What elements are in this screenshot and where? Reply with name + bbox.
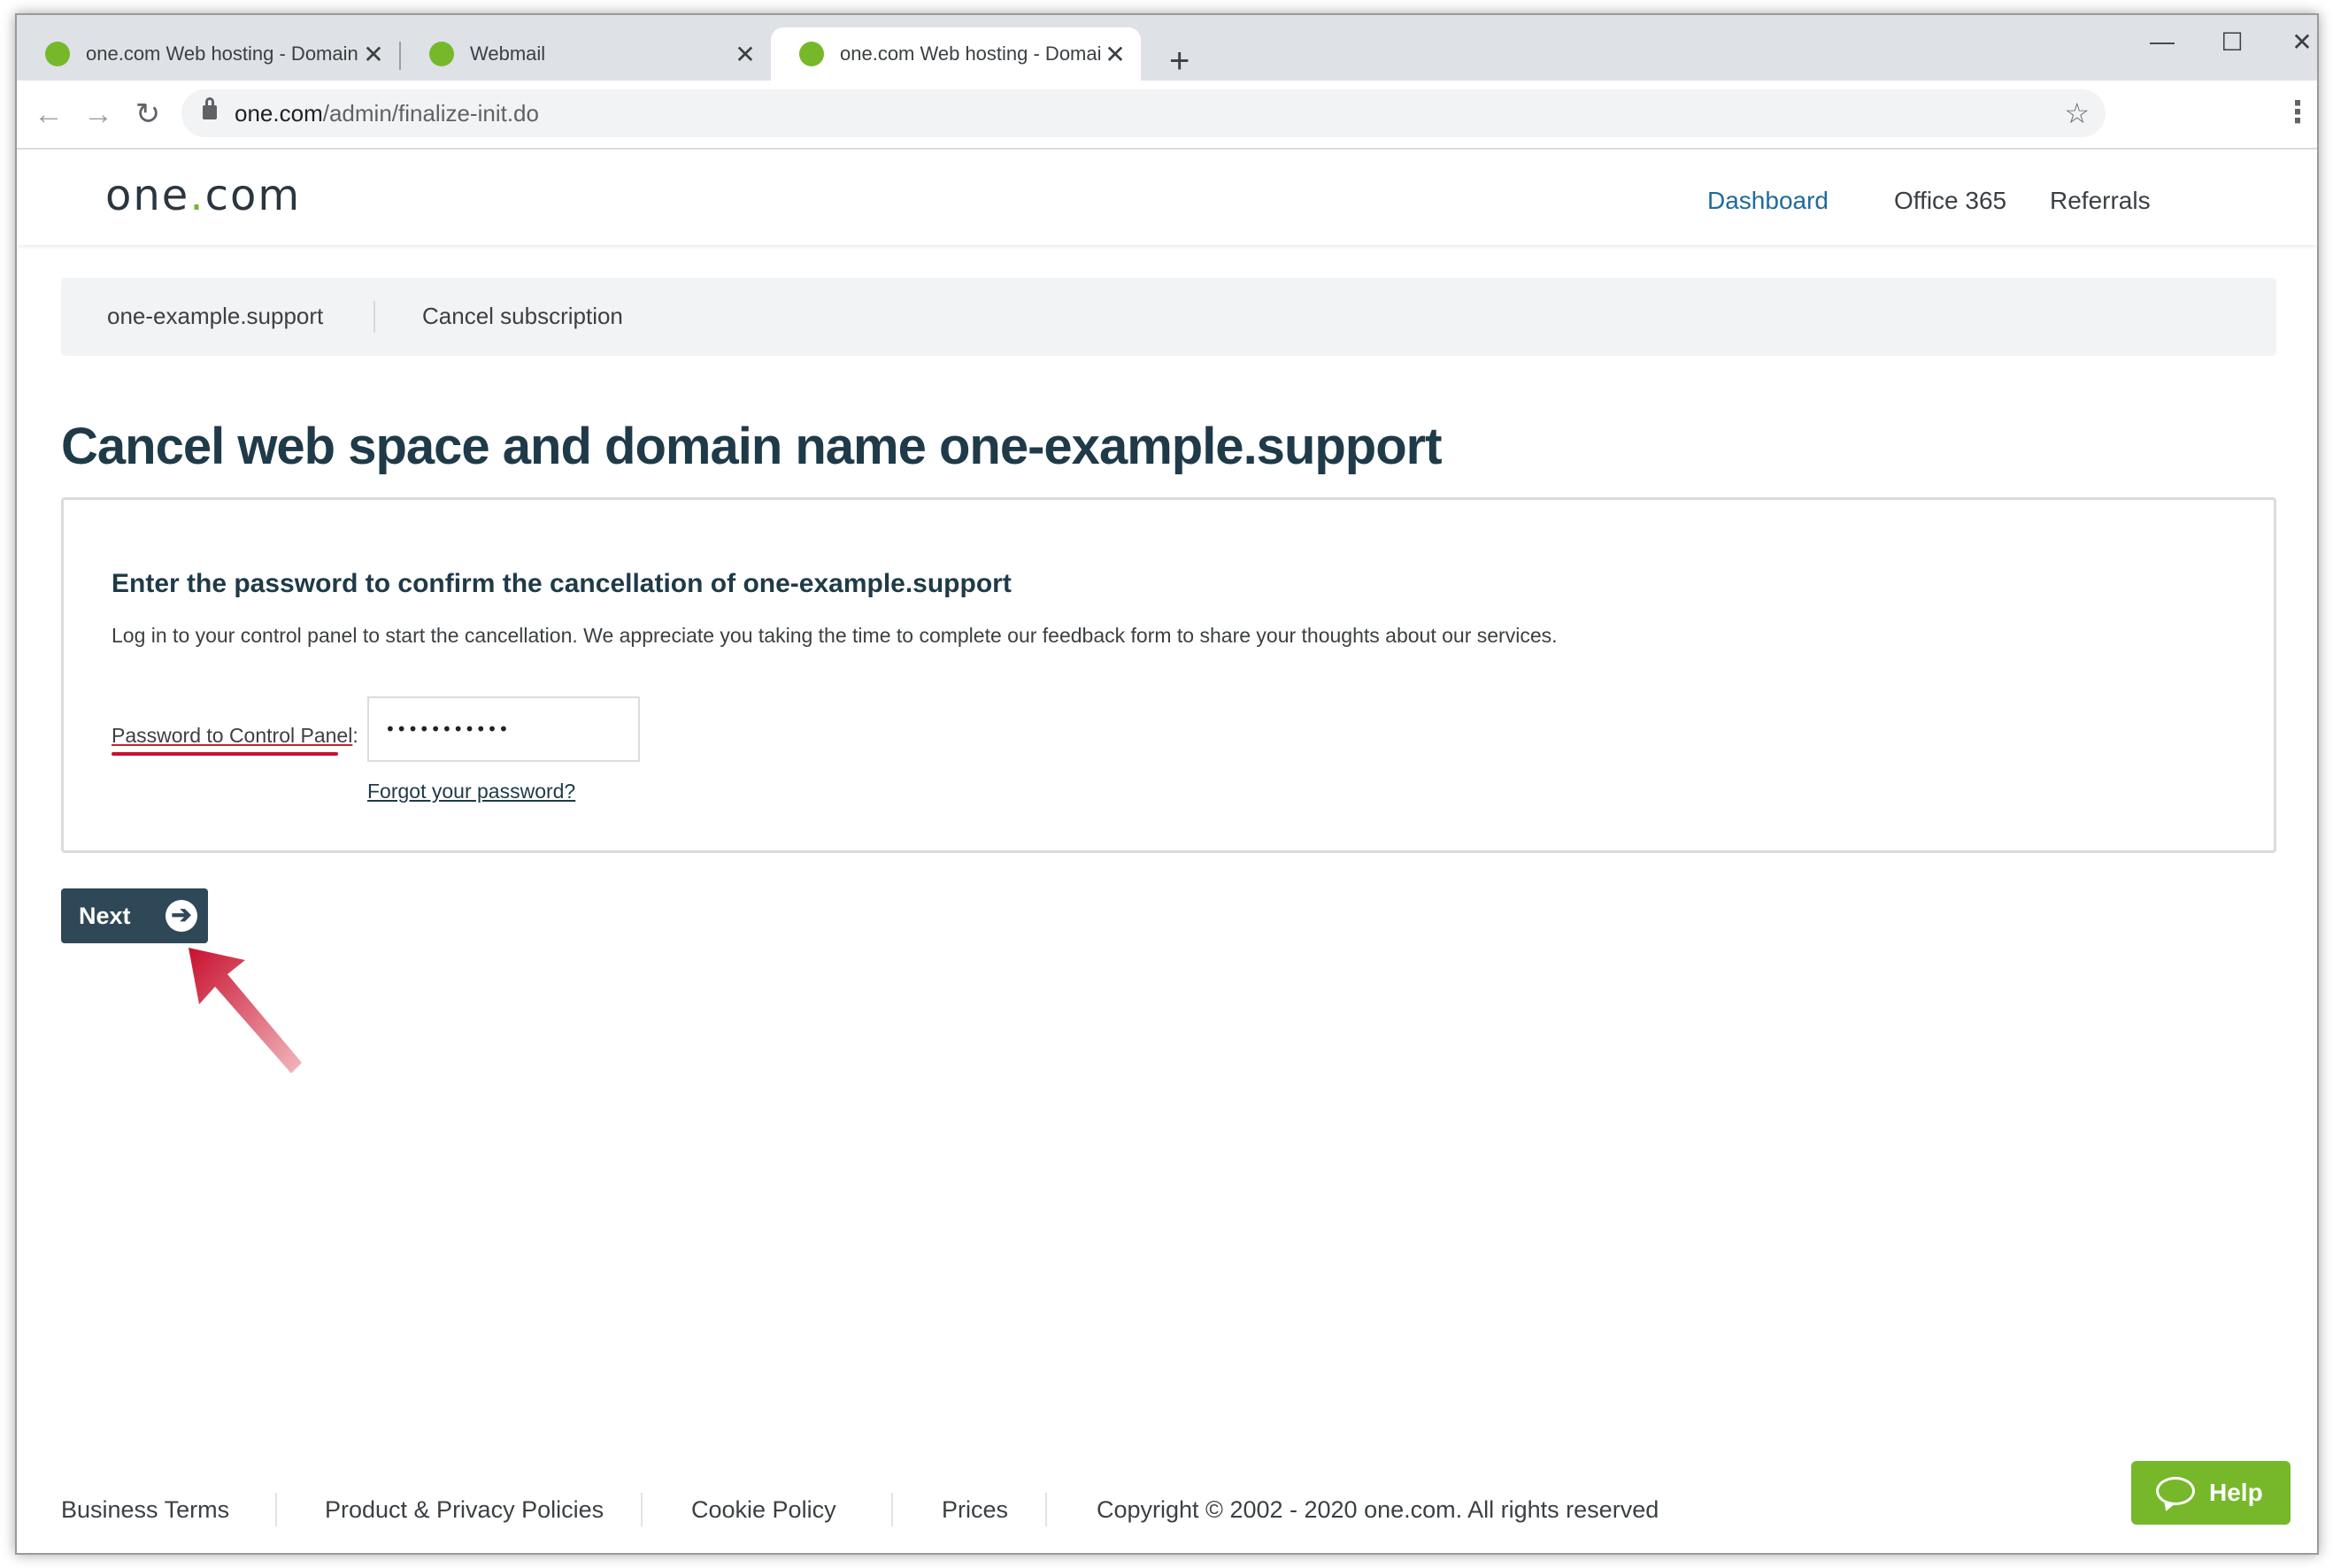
url-text: one.com/admin/finalize-init.do [235, 100, 539, 127]
breadcrumb-current: Cancel subscription [422, 303, 623, 329]
arrow-right-icon: ➔ [166, 900, 197, 932]
chat-bubble-icon [2156, 1477, 2195, 1505]
breadcrumb-domain-link[interactable]: one-example.support [107, 303, 323, 330]
footer-privacy-link[interactable]: Product & Privacy Policies [325, 1496, 604, 1524]
footer-separator [641, 1493, 643, 1526]
close-icon[interactable]: ✕ [360, 40, 387, 69]
confirm-cancellation-card: Enter the password to confirm the cancel… [61, 497, 2276, 853]
password-label-colon: : [352, 724, 358, 747]
tab-title: one.com Web hosting - Domain [840, 42, 1102, 65]
tab-onecom-1[interactable]: one.com Web hosting - Domain ✕ [17, 27, 399, 81]
help-button[interactable]: Help [2131, 1461, 2291, 1525]
breadcrumb-separator [373, 301, 375, 333]
footer: Business Terms Product & Privacy Policie… [61, 1491, 2008, 1535]
onecom-logo[interactable]: one.com [105, 171, 301, 220]
footer-copyright: Copyright © 2002 - 2020 one.com. All rig… [1097, 1496, 1659, 1523]
close-icon[interactable]: ✕ [1102, 40, 1128, 69]
card-description: Log in to your control panel to start th… [112, 624, 1558, 647]
nav-referrals-link[interactable]: Referrals [2050, 187, 2151, 215]
logo-dot: . [189, 171, 205, 220]
url-host: one.com [235, 100, 323, 127]
back-icon[interactable]: ← [31, 96, 66, 132]
tab-title: Webmail [470, 42, 546, 65]
reload-icon[interactable]: ↻ [130, 96, 166, 132]
new-tab-button[interactable]: + [1169, 43, 1190, 79]
minimize-icon[interactable]: — [2144, 27, 2180, 56]
footer-separator [1045, 1493, 1047, 1526]
browser-menu-icon[interactable]: ⋮ [2283, 95, 2313, 130]
forgot-password-link[interactable]: Forgot your password? [367, 780, 575, 803]
maximize-icon[interactable]: ☐ [2214, 27, 2250, 57]
card-heading: Enter the password to confirm the cancel… [112, 569, 1012, 598]
password-input[interactable] [367, 696, 640, 762]
page-title: Cancel web space and domain name one-exa… [61, 418, 1443, 475]
next-button-label: Next [79, 902, 131, 929]
forward-icon[interactable]: → [81, 96, 116, 132]
onecom-favicon-icon [799, 42, 824, 66]
nav-office365-link[interactable]: Office 365 [1894, 187, 2006, 215]
password-label: Password to Control Panel: [112, 724, 358, 748]
onecom-favicon-icon [429, 42, 454, 66]
breadcrumb: one-example.support Cancel subscription [61, 278, 2276, 356]
tab-strip: one.com Web hosting - Domain ✕ Webmail ✕… [17, 15, 2317, 81]
footer-cookie-link[interactable]: Cookie Policy [691, 1496, 836, 1524]
url-path: /admin/finalize-init.do [322, 100, 539, 127]
footer-business-terms-link[interactable]: Business Terms [61, 1496, 229, 1524]
footer-separator [275, 1493, 277, 1526]
lock-icon [203, 97, 217, 119]
browser-window: one.com Web hosting - Domain ✕ Webmail ✕… [15, 13, 2319, 1555]
logo-text-com: com [204, 171, 302, 220]
help-button-label: Help [2209, 1479, 2263, 1506]
annotation-underline [112, 752, 338, 756]
footer-separator [891, 1493, 893, 1526]
password-label-text: Password to Control Panel [112, 724, 353, 747]
onecom-favicon-icon [45, 42, 70, 66]
logo-text-one: one [105, 171, 190, 220]
window-close-icon[interactable]: ✕ [2284, 27, 2317, 57]
close-icon[interactable]: ✕ [732, 40, 758, 69]
tab-onecom-active[interactable]: one.com Web hosting - Domain ✕ [771, 27, 1141, 81]
nav-dashboard-link[interactable]: Dashboard [1707, 187, 1829, 215]
address-bar[interactable]: one.com/admin/finalize-init.do ☆ [181, 89, 2106, 137]
tab-title: one.com Web hosting - Domain [86, 42, 358, 65]
site-header: one.com Dashboard Office 365 Referrals [17, 151, 2317, 245]
footer-prices-link[interactable]: Prices [942, 1496, 1008, 1524]
bookmark-star-icon[interactable]: ☆ [2064, 96, 2090, 130]
annotation-arrow-icon [189, 948, 302, 1073]
tab-webmail[interactable]: Webmail ✕ [401, 27, 771, 81]
browser-toolbar: ← → ↻ one.com/admin/finalize-init.do ☆ ⋮ [17, 81, 2317, 150]
